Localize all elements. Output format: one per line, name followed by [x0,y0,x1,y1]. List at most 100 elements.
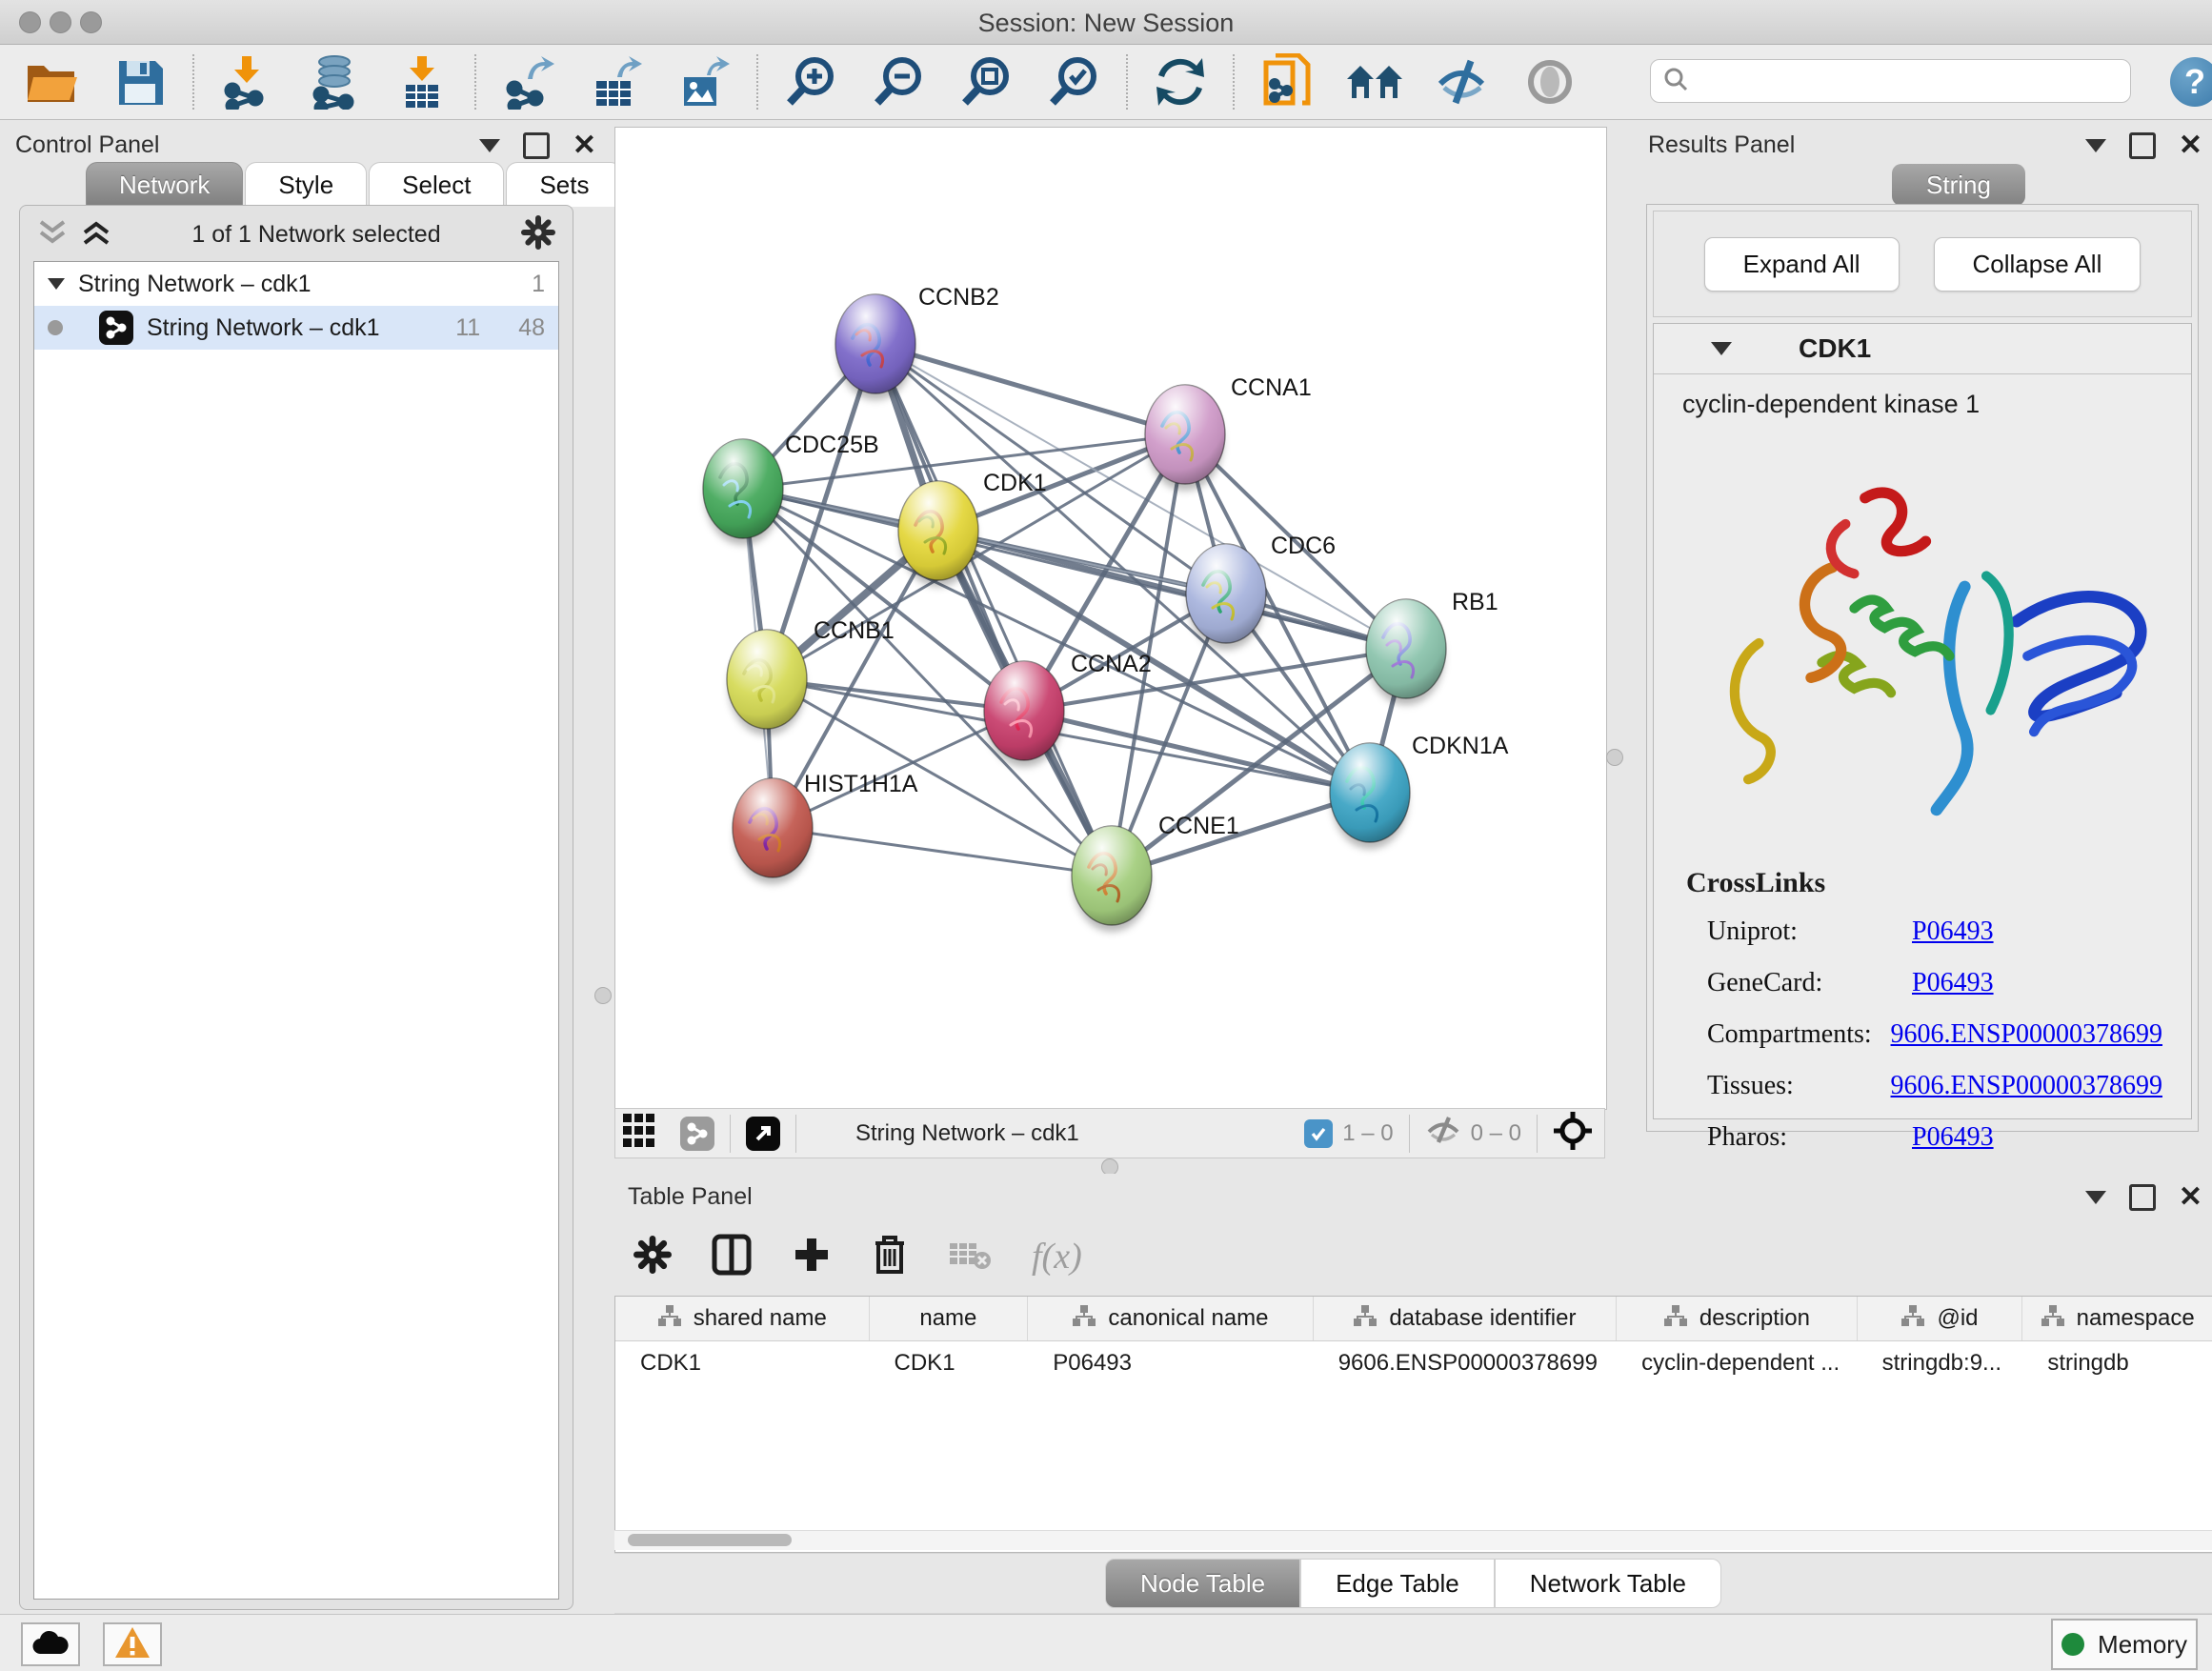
network-collection-row[interactable]: String Network – cdk1 1 [34,262,558,306]
column-header-shared-name[interactable]: shared name [615,1297,870,1340]
open-session-button[interactable] [25,54,80,110]
crosslink-link[interactable]: P06493 [1912,968,1994,998]
collapse-all-networks-icon[interactable] [37,218,68,252]
table-cell[interactable]: cyclin-dependent ... [1617,1341,1858,1385]
detach-view-icon[interactable] [746,1117,780,1151]
graph-node-CCNA2[interactable]: CCNA2 [984,651,1152,767]
selected-checkbox-icon[interactable] [1304,1119,1333,1148]
delete-column-icon[interactable] [872,1234,908,1280]
zoom-selected-button[interactable] [1046,54,1101,110]
hide-graphics-details-button[interactable] [1435,54,1490,110]
level-of-detail-button[interactable] [1522,54,1578,110]
export-table-button[interactable] [589,54,644,110]
warnings-button[interactable] [103,1622,162,1666]
left-splitter-handle[interactable] [594,987,612,1004]
graph-node-CCNB1[interactable]: CCNB1 [727,617,895,735]
network-icon [99,311,133,345]
tab-node-table[interactable]: Node Table [1105,1559,1300,1608]
zoom-fit-button[interactable] [958,54,1014,110]
float-panel-icon[interactable] [479,139,500,152]
birds-eye-toggle-icon[interactable] [1553,1111,1593,1156]
collapse-all-button[interactable]: Collapse All [1934,237,2142,292]
show-hide-panels-button[interactable] [1347,54,1402,110]
global-search-field[interactable] [1650,59,2131,103]
crosslink-link[interactable]: 9606.ENSP00000378699 [1891,1019,2162,1050]
maximize-panel-icon[interactable] [523,132,550,159]
node-details-header[interactable]: CDK1 [1654,324,2191,374]
tab-network[interactable]: Network [86,162,243,207]
maximize-panel-icon[interactable] [2129,1184,2156,1211]
graph-node-CDKN1A[interactable]: CDKN1A [1330,733,1509,849]
graph-node-CCNE1[interactable]: CCNE1 [1072,813,1239,932]
table-cell[interactable]: CDK1 [870,1341,1029,1385]
graph-node-CCNA1[interactable]: CCNA1 [1145,374,1312,491]
expand-all-button[interactable]: Expand All [1704,237,1900,292]
right-splitter-handle[interactable] [1606,749,1623,766]
save-floppy-icon [115,57,165,107]
column-header-database-identifier[interactable]: database identifier [1314,1297,1617,1340]
tab-edge-table[interactable]: Edge Table [1300,1559,1495,1608]
import-table-button[interactable] [394,54,450,110]
column-header-namespace[interactable]: namespace [2022,1297,2212,1340]
zoom-out-button[interactable] [871,54,926,110]
float-panel-icon[interactable] [2085,1191,2106,1204]
column-header-label: description [1699,1305,1810,1332]
network-graph[interactable]: CCNB2CCNA1CDC25BCDK1CDC6RB1CCNB1CCNA2CDK… [615,128,1604,1107]
search-input[interactable] [1699,67,2119,95]
table-cell[interactable]: CDK1 [615,1341,870,1385]
table-options-gear-icon[interactable] [633,1236,672,1278]
crosslink-link[interactable]: 9606.ENSP00000378699 [1891,1071,2162,1101]
table-cell[interactable]: stringdb [2022,1341,2212,1385]
zoom-in-button[interactable] [783,54,838,110]
show-columns-icon[interactable] [712,1234,752,1280]
crosslink-link[interactable]: P06493 [1912,1122,1994,1153]
graph-node-HIST1H1A[interactable]: HIST1H1A [733,771,918,884]
import-network-from-database-button[interactable] [307,54,362,110]
graph-node-RB1[interactable]: RB1 [1366,589,1498,705]
section-expand-icon[interactable] [1711,342,1732,355]
clone-network-button[interactable] [1259,54,1315,110]
tab-sets[interactable]: Sets [506,162,622,207]
tab-string[interactable]: String [1892,164,2025,206]
collection-expand-icon[interactable] [48,278,65,290]
close-panel-icon[interactable]: ✕ [573,135,596,156]
network-view-icon[interactable] [680,1117,714,1151]
close-panel-icon[interactable]: ✕ [2179,1187,2202,1208]
export-network-button[interactable] [501,54,556,110]
expand-all-networks-icon[interactable] [81,218,111,252]
table-horizontal-scrollbar[interactable] [614,1530,2212,1550]
refresh-button[interactable] [1153,54,1208,110]
grid-view-icon[interactable] [623,1114,665,1153]
table-cell[interactable]: stringdb:9... [1858,1341,2023,1385]
save-session-button[interactable] [112,54,168,110]
scrollbar-thumb[interactable] [628,1534,792,1546]
column-header-canonical-name[interactable]: canonical name [1028,1297,1313,1340]
float-panel-icon[interactable] [2085,139,2106,152]
crosslink-link[interactable]: P06493 [1912,916,1994,947]
export-image-button[interactable] [676,54,732,110]
close-panel-icon[interactable]: ✕ [2179,135,2202,156]
table-row[interactable]: CDK1CDK1P064939606.ENSP00000378699cyclin… [615,1341,2212,1385]
maximize-panel-icon[interactable] [2129,132,2156,159]
column-header-label: name [919,1305,976,1332]
help-button[interactable]: ? [2170,57,2212,107]
graph-node-CDC6[interactable]: CDC6 [1186,533,1336,650]
network-row[interactable]: String Network – cdk1 11 48 [34,306,558,350]
horizontal-splitter[interactable] [614,1160,1605,1174]
tab-select[interactable]: Select [369,162,504,207]
memory-button[interactable]: Memory [2051,1619,2198,1670]
network-canvas[interactable]: CCNB2CCNA1CDC25BCDK1CDC6RB1CCNB1CCNA2CDK… [614,127,1607,1110]
column-header--id[interactable]: @id [1858,1297,2023,1340]
network-options-gear-icon[interactable] [521,215,555,254]
tab-style[interactable]: Style [245,162,367,207]
node-table[interactable]: shared name name canonical namedatabase id… [614,1296,2212,1553]
table-cell[interactable]: 9606.ENSP00000378699 [1314,1341,1617,1385]
import-network-button[interactable] [219,54,274,110]
column-header-name[interactable]: name [870,1297,1029,1340]
add-column-icon[interactable] [792,1235,832,1279]
node-details-section: CDK1 cyclin-dependent kinase 1 [1653,323,2192,1119]
tab-network-table[interactable]: Network Table [1495,1559,1721,1608]
table-cell[interactable]: P06493 [1028,1341,1313,1385]
cloud-status-button[interactable] [21,1622,80,1666]
column-header-description[interactable]: description [1617,1297,1858,1340]
